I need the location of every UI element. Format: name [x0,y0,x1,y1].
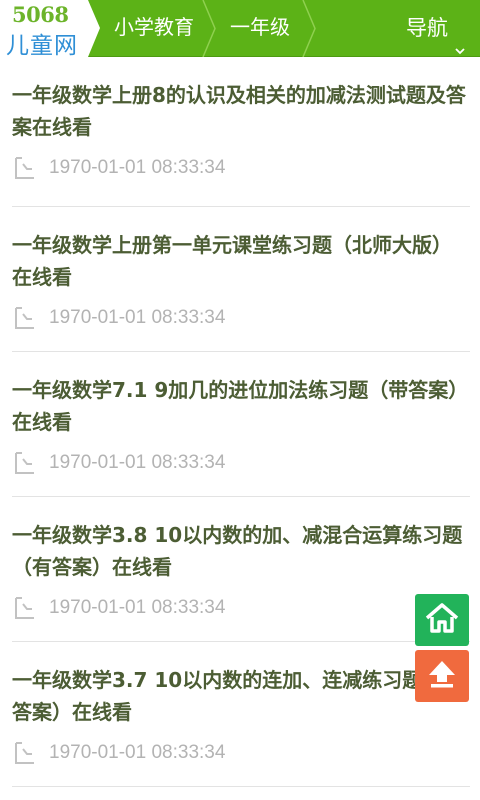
breadcrumb-grade-one[interactable]: 一年级 [230,0,290,57]
clock-icon [12,306,36,330]
article-title[interactable]: 一年级数学3.8 10以内数的加、减混合运算练习题（有答案）在线看 [12,519,470,583]
arrow-up-icon [427,659,457,693]
clock-icon [12,451,36,475]
nav-label: 导航 [406,16,448,40]
home-button[interactable] [415,594,469,646]
site-logo[interactable]: 5068 儿童网 [0,0,100,57]
article-time: 1970-01-01 08:33:34 [49,157,226,178]
breadcrumb-separator [302,0,316,57]
article-time: 1970-01-01 08:33:34 [49,597,226,618]
breadcrumb-separator [202,0,216,57]
article-title[interactable]: 一年级数学上册第一单元课堂练习题（北师大版）在线看 [12,229,470,293]
article-meta: 1970-01-01 08:33:34 [12,448,225,478]
logo-text: 儿童网 [6,33,78,59]
clock-icon [12,596,36,620]
list-item[interactable]: 一年级数学上册8的认识及相关的加减法测试题及答案在线看 1970-01-01 0… [12,57,470,207]
breadcrumb-primary-education[interactable]: 小学教育 [114,0,194,57]
article-time: 1970-01-01 08:33:34 [49,452,226,473]
article-title[interactable]: 一年级数学7.1 9加几的进位加法练习题（带答案）在线看 [12,374,470,438]
article-time: 1970-01-01 08:33:34 [49,307,226,328]
article-meta: 1970-01-01 08:33:34 [12,153,225,183]
article-title[interactable]: 一年级数学上册8的认识及相关的加减法测试题及答案在线看 [12,79,470,143]
home-icon [425,602,459,638]
list-item[interactable]: 一年级数学3.8 10以内数的加、减混合运算练习题（有答案）在线看 1970-0… [12,497,470,642]
top-header: 5068 儿童网 小学教育 一年级 导航 [0,0,480,57]
article-meta: 1970-01-01 08:33:34 [12,303,225,333]
logo-number: 5068 [12,2,69,27]
clock-icon [12,156,36,180]
list-item[interactable]: 一年级数学7.1 9加几的进位加法练习题（带答案）在线看 1970-01-01 … [12,352,470,497]
list-item[interactable]: 一年级数学3.7 10以内数的连加、连减练习题（附答案）在线看 1970-01-… [12,642,470,787]
article-meta: 1970-01-01 08:33:34 [12,593,225,623]
list-item[interactable]: 一年级数学上册第一单元课堂练习题（北师大版）在线看 1970-01-01 08:… [12,207,470,352]
nav-menu-button[interactable]: 导航 [406,0,466,57]
article-title[interactable]: 一年级数学3.7 10以内数的连加、连减练习题（附答案）在线看 [12,664,470,728]
article-time: 1970-01-01 08:33:34 [49,742,226,763]
back-to-top-button[interactable] [415,650,469,702]
clock-icon [12,741,36,765]
article-meta: 1970-01-01 08:33:34 [12,738,225,768]
chevron-down-icon [454,23,466,54]
